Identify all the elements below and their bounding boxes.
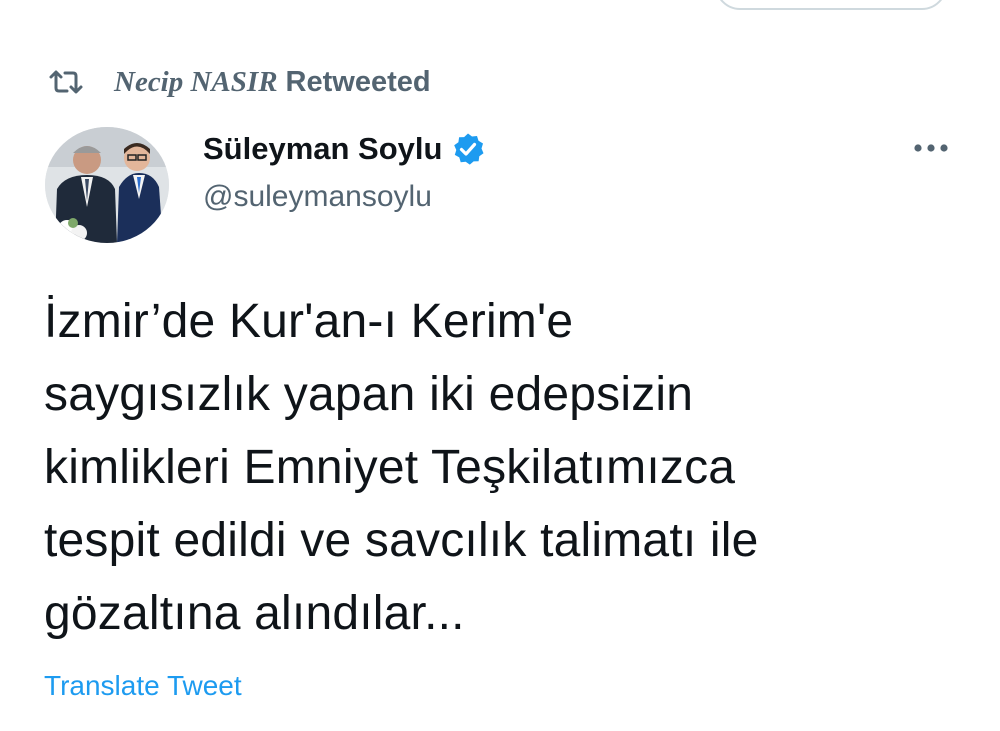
- author-handle: @suleymansoylu: [203, 180, 432, 213]
- verified-badge-icon: [451, 132, 485, 166]
- author-name-row: Süleyman Soylu: [203, 127, 485, 171]
- retweeter-name-link[interactable]: Necip NASIR: [114, 66, 278, 99]
- more-options-icon[interactable]: [908, 132, 954, 164]
- retweeted-label: Retweeted: [285, 65, 431, 98]
- follow-button-edge[interactable]: [715, 0, 947, 10]
- retweet-context: Necip NASIR Retweeted: [48, 60, 431, 104]
- retweet-icon: [48, 68, 84, 96]
- translate-tweet-link[interactable]: Translate Tweet: [44, 670, 242, 702]
- tweet-text: İzmir’de Kur'an-ı Kerim'e saygısızlık ya…: [44, 295, 759, 640]
- avatar[interactable]: [45, 127, 169, 243]
- author-display-name[interactable]: Süleyman Soylu: [203, 131, 442, 167]
